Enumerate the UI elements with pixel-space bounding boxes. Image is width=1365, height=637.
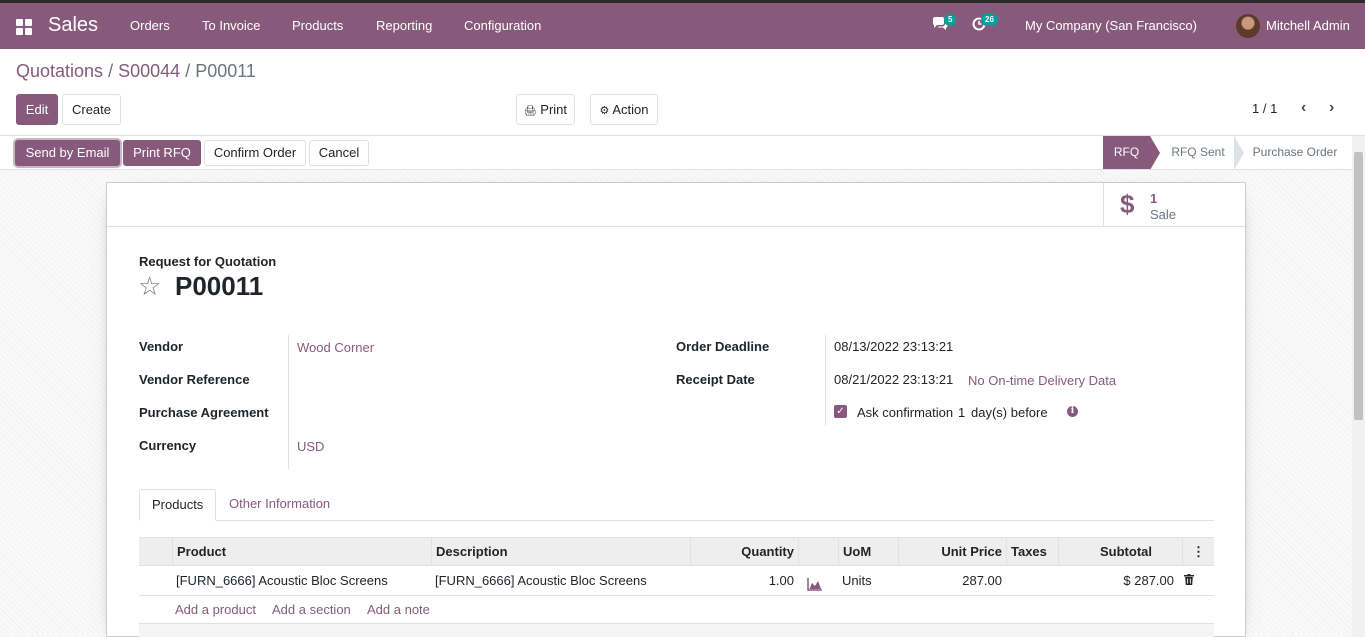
print-label: Print	[540, 102, 568, 117]
sale-smart-button[interactable]: $ 1 Sale	[1103, 183, 1245, 227]
col-taxes[interactable]: Taxes	[1006, 538, 1058, 565]
vendor-value[interactable]: Wood Corner	[297, 340, 374, 355]
purchase-agreement-label: Purchase Agreement	[139, 405, 269, 420]
receipt-date-label: Receipt Date	[676, 372, 755, 387]
tab-products[interactable]: Products	[139, 489, 217, 521]
table-row[interactable]: [FURN_6666] Acoustic Bloc Screens [FURN_…	[139, 566, 1214, 596]
col-subtotal[interactable]: Subtotal	[1058, 538, 1168, 565]
menu-products[interactable]: Products	[292, 18, 343, 33]
col-description[interactable]: Description	[431, 538, 690, 565]
on-time-delivery-link[interactable]: No On-time Delivery Data	[968, 373, 1116, 388]
status-bar: Send by Email Print RFQ Confirm Order Ca…	[0, 135, 1365, 170]
line-subtotal: $ 287.00	[1123, 573, 1174, 588]
document-name: P00011	[175, 271, 264, 301]
print-icon: 🖨	[523, 106, 537, 117]
add-section-link[interactable]: Add a section	[272, 602, 351, 617]
receipt-date-value[interactable]: 08/21/2022 23:13:21	[834, 372, 953, 387]
ask-confirmation-checkbox[interactable]: ✓	[834, 405, 847, 418]
avatar[interactable]	[1236, 14, 1260, 38]
cancel-button[interactable]: Cancel	[309, 140, 369, 166]
breadcrumb-order[interactable]: S00044	[118, 61, 180, 81]
company-switcher[interactable]: My Company (San Francisco)	[1025, 18, 1197, 33]
table-filler-row	[139, 624, 1214, 637]
currency-label: Currency	[139, 438, 197, 453]
vendor-label: Vendor	[139, 339, 184, 354]
line-quantity[interactable]: 1.00	[690, 566, 798, 595]
line-unit-price[interactable]: 287.00	[898, 566, 1006, 595]
order-lines-header: Product Description Quantity UoM Unit Pr…	[139, 537, 1214, 566]
add-product-link[interactable]: Add a product	[175, 602, 256, 617]
chevron-right-icon[interactable]: ›	[1329, 99, 1334, 117]
menu-configuration[interactable]: Configuration	[464, 18, 541, 33]
reminder-days-value[interactable]: 1	[958, 405, 965, 420]
star-icon[interactable]: ☆	[138, 271, 161, 301]
order-deadline-label: Order Deadline	[676, 339, 770, 354]
sale-count: 1	[1150, 191, 1158, 206]
menu-reporting[interactable]: Reporting	[376, 18, 432, 33]
breadcrumb-quotations[interactable]: Quotations	[16, 61, 103, 81]
chevron-left-icon[interactable]: ‹	[1301, 99, 1306, 117]
send-by-email-button[interactable]: Send by Email	[15, 140, 120, 166]
line-product[interactable]: [FURN_6666] Acoustic Bloc Screens	[172, 566, 431, 595]
gear-icon: ⚙	[599, 105, 610, 117]
col-quantity[interactable]: Quantity	[690, 538, 798, 565]
document-kind: Request for Quotation	[139, 254, 277, 269]
create-button[interactable]: Create	[62, 94, 121, 125]
print-rfq-button[interactable]: Print RFQ	[123, 140, 201, 166]
confirm-order-button[interactable]: Confirm Order	[204, 140, 306, 166]
ask-confirmation-label: Ask confirmation	[857, 405, 954, 420]
stage-rfq-sent[interactable]: RFQ Sent	[1162, 136, 1234, 169]
dollar-icon: $	[1120, 189, 1135, 219]
action-label: Action	[612, 102, 649, 117]
col-forecast	[798, 538, 838, 565]
menu-to-invoice[interactable]: To Invoice	[202, 18, 261, 33]
col-uom[interactable]: UoM	[838, 538, 898, 565]
stage-arrow	[1234, 136, 1244, 170]
add-line-row: Add a product Add a section Add a note	[139, 596, 1214, 624]
top-navbar: Sales Orders To Invoice Products Reporti…	[0, 0, 1365, 49]
tab-other-information[interactable]: Other Information	[217, 489, 342, 521]
col-unit-price[interactable]: Unit Price	[898, 538, 1006, 565]
currency-value[interactable]: USD	[297, 439, 324, 454]
breadcrumb-separator: /	[108, 61, 114, 81]
button-box: $ 1 Sale	[107, 183, 1245, 227]
line-uom[interactable]: Units	[838, 566, 898, 595]
column-options-icon[interactable]: ⋮	[1182, 538, 1214, 565]
breadcrumb-current: P00011	[195, 61, 256, 81]
scrollbar-thumb[interactable]	[1354, 152, 1363, 420]
action-button[interactable]: ⚙ Action	[590, 94, 658, 125]
reminder-days-suffix: day(s) before	[971, 405, 1048, 420]
apps-grid-icon[interactable]	[16, 19, 32, 35]
info-icon[interactable]: i	[1067, 406, 1078, 417]
field-divider	[825, 335, 826, 426]
sale-label: Sale	[1150, 207, 1177, 222]
vendor-reference-label: Vendor Reference	[139, 372, 250, 387]
breadcrumb: Quotations / S00044 / P00011	[16, 61, 256, 82]
app-name[interactable]: Sales	[48, 14, 98, 37]
breadcrumb-separator: /	[185, 61, 191, 81]
line-taxes[interactable]	[1006, 566, 1058, 595]
scrollbar[interactable]	[1352, 136, 1365, 637]
stage-arrow	[1150, 136, 1160, 170]
edit-button[interactable]: Edit	[16, 94, 58, 125]
print-button[interactable]: 🖨 Print	[516, 94, 575, 125]
pager-value[interactable]: 1 / 1	[1252, 101, 1277, 116]
trash-icon[interactable]	[1180, 566, 1200, 595]
field-divider	[288, 335, 289, 469]
add-note-link[interactable]: Add a note	[367, 602, 430, 617]
activities-badge: 26	[981, 14, 998, 26]
messages-badge: 5	[944, 14, 957, 26]
line-description[interactable]: [FURN_6666] Acoustic Bloc Screens	[431, 566, 690, 595]
order-deadline-value[interactable]: 08/13/2022 23:13:21	[834, 339, 953, 354]
user-menu[interactable]: Mitchell Admin	[1266, 18, 1350, 33]
stage-purchase-order[interactable]: Purchase Order	[1246, 136, 1344, 169]
form-sheet: $ 1 Sale Request for Quotation ☆ P00011 …	[106, 182, 1246, 637]
stage-rfq: RFQ	[1103, 136, 1150, 169]
col-product[interactable]: Product	[172, 538, 431, 565]
menu-orders[interactable]: Orders	[130, 18, 170, 33]
